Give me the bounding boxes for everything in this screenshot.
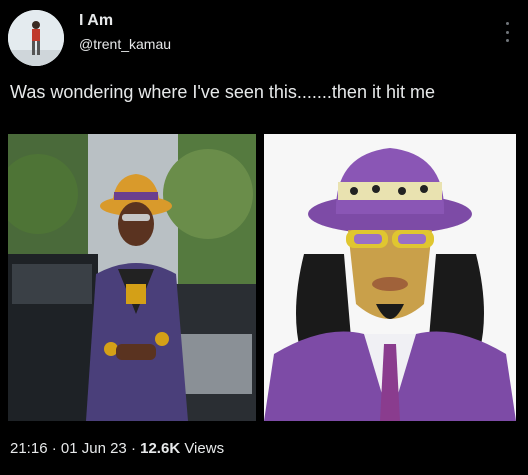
cartoon-character-purple-hat-icon xyxy=(264,134,516,421)
tweet-date[interactable]: 01 Jun 23 xyxy=(61,440,127,457)
tweet-photo-right[interactable] xyxy=(264,134,516,421)
tweet-text: Was wondering where I've seen this......… xyxy=(10,82,435,102)
avatar[interactable] xyxy=(8,10,64,66)
views-label: Views xyxy=(180,440,225,457)
tweet-photo-left[interactable] xyxy=(8,134,256,421)
profile-photo-icon xyxy=(8,10,64,66)
separator: · xyxy=(126,440,141,457)
views-count: 12.6K xyxy=(140,440,181,457)
tweet-time[interactable]: 21:16 xyxy=(10,440,48,457)
separator: · xyxy=(47,440,61,457)
author-handle[interactable]: @trent_kamau xyxy=(79,36,171,52)
author-name[interactable]: I Am xyxy=(79,12,113,30)
man-in-purple-hat-photo-icon xyxy=(8,134,256,421)
tweet-meta: 21:16 · 01 Jun 23 · 12.6K Views xyxy=(10,440,224,457)
more-options-icon[interactable] xyxy=(504,22,510,42)
